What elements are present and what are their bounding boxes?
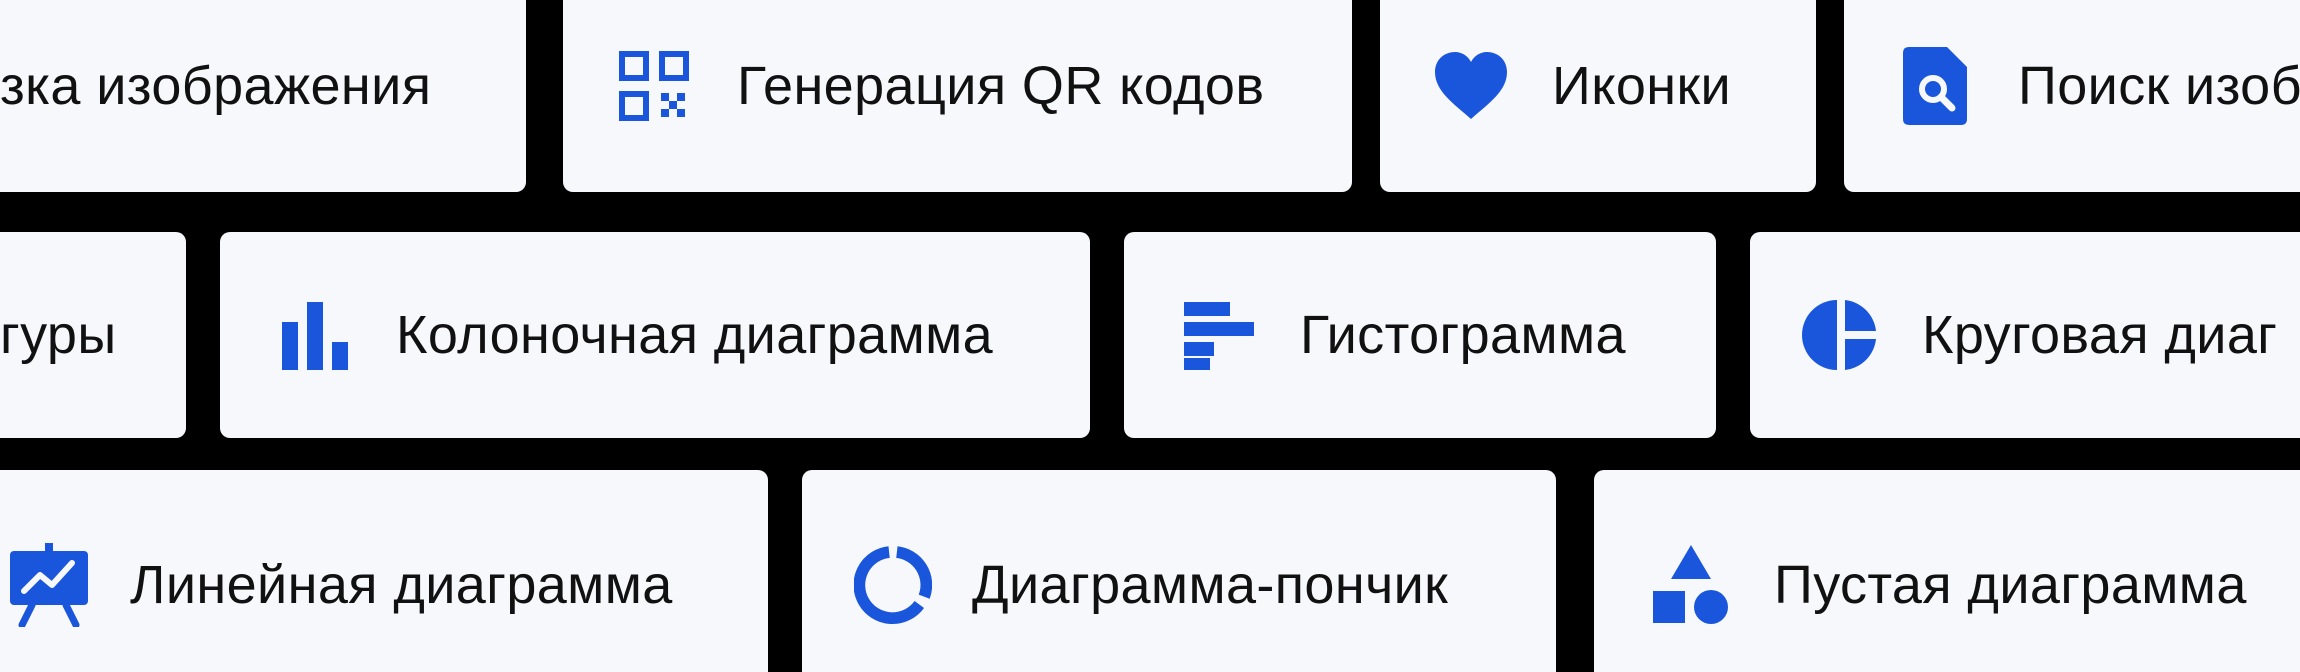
shapes-icon <box>1652 545 1730 624</box>
tile-histogram[interactable]: Гистограмма <box>1124 232 1716 438</box>
tile-label: Колоночная диаграмма <box>396 305 994 365</box>
tile-shapes[interactable]: гуры <box>0 232 186 438</box>
tile-label: Линейная диаграмма <box>130 555 673 615</box>
tile-pie-chart[interactable]: Круговая диаг <box>1750 232 2300 438</box>
presentation-line-chart-icon <box>10 543 88 627</box>
tile-label: Поиск изоб <box>2018 56 2300 116</box>
tile-label: Пустая диаграмма <box>1774 555 2247 615</box>
tile-column-chart[interactable]: Колоночная диаграмма <box>220 232 1090 438</box>
tile-label: Гистограмма <box>1300 305 1626 365</box>
tile-label: зка изображения <box>0 56 432 116</box>
tile-qr-code-generation[interactable]: Генерация QR кодов <box>563 0 1352 192</box>
template-category-grid: { "tiles": [ { "label": "зка изображения… <box>0 0 2300 672</box>
tile-image-upload[interactable]: зка изображения <box>0 0 526 192</box>
image-search-icon <box>1896 47 1974 125</box>
tile-label: Круговая диаг <box>1922 305 2278 365</box>
heart-icon <box>1432 47 1510 125</box>
pie-chart-icon <box>1802 296 1880 374</box>
tile-image-search[interactable]: Поиск изоб <box>1844 0 2300 192</box>
tile-label: гуры <box>0 305 117 365</box>
qr-code-icon <box>615 47 693 125</box>
tile-label: Диаграмма-пончик <box>972 555 1449 615</box>
donut-chart-icon <box>854 546 932 624</box>
tile-label: Генерация QR кодов <box>737 56 1265 116</box>
bar-chart-icon <box>276 296 354 374</box>
horizontal-bars-icon <box>1180 296 1258 374</box>
tile-line-chart[interactable]: Линейная диаграмма <box>0 470 768 672</box>
tile-donut-chart[interactable]: Диаграмма-пончик <box>802 470 1556 672</box>
tile-label: Иконки <box>1552 56 1732 116</box>
tile-blank-chart[interactable]: Пустая диаграмма <box>1594 470 2300 672</box>
tile-icons[interactable]: Иконки <box>1380 0 1816 192</box>
